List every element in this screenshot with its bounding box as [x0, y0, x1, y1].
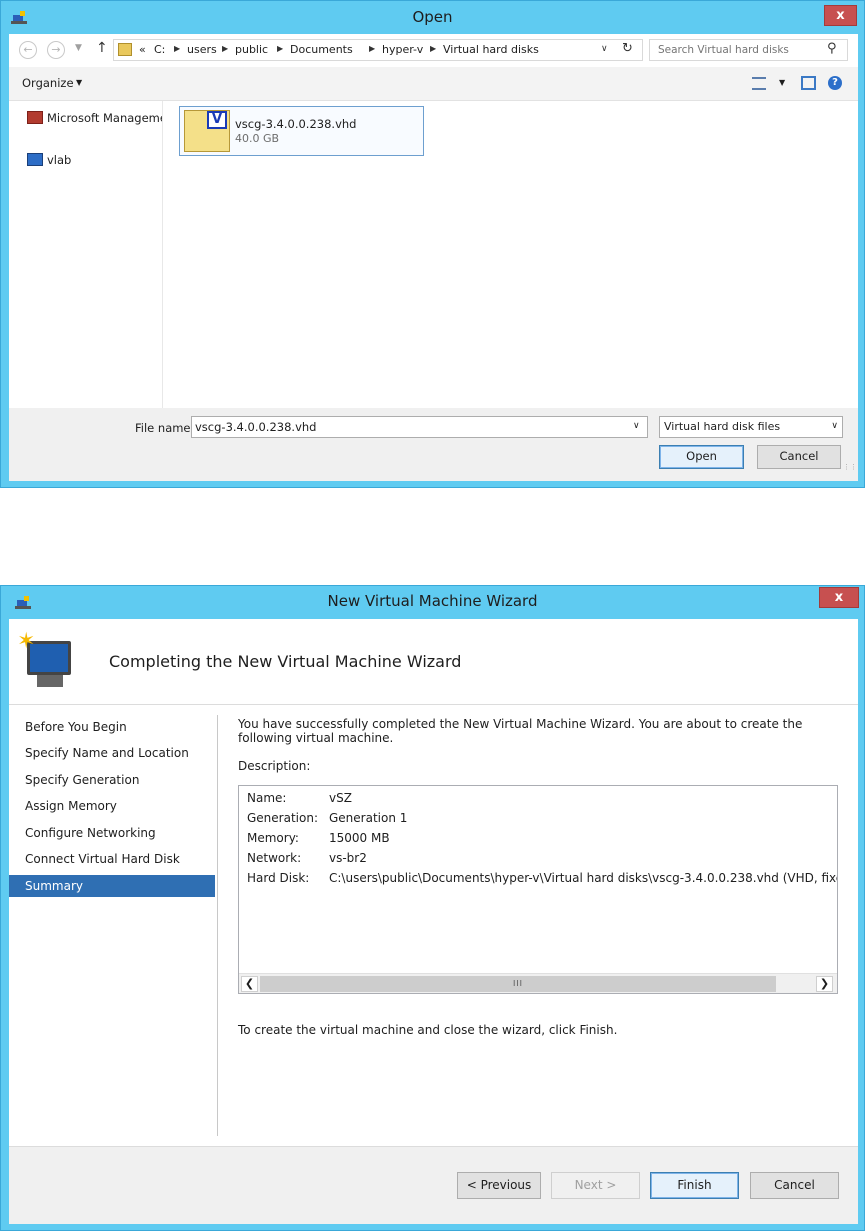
breadcrumb-public[interactable]: public [235, 43, 268, 56]
caret-down-icon[interactable]: ▼ [76, 78, 82, 87]
search-box: ⚲ [649, 39, 848, 61]
description-value: vs-br2 [329, 851, 367, 865]
folder-icon [118, 43, 132, 56]
computer-icon [27, 153, 43, 166]
description-key: Hard Disk: [247, 871, 310, 885]
nav-item-label: Microsoft Management Console [47, 111, 162, 125]
search-icon[interactable]: ⚲ [827, 41, 837, 56]
dialog-title: Open [412, 8, 453, 26]
chevron-down-icon: ∨ [831, 421, 838, 431]
up-arrow-icon[interactable]: ↑ [96, 40, 108, 56]
refresh-icon[interactable]: ↻ [622, 41, 633, 56]
finish-instructions: To create the virtual machine and close … [238, 1023, 618, 1037]
help-icon[interactable]: ? [828, 76, 842, 90]
step-before-you-begin[interactable]: Before You Begin [9, 716, 215, 738]
new-vm-wizard: New Virtual Machine Wizard x ✶ Completin… [0, 585, 865, 1231]
address-row: ← → ▼ ↑ « C: ▶ users ▶ public ▶ Document… [9, 34, 858, 67]
wizard-content: You have successfully completed the New … [218, 705, 858, 1146]
file-name-bar: File name: ∨ Virtual hard disk files ∨ O… [9, 408, 858, 481]
caret-down-icon[interactable]: ▼ [779, 78, 785, 87]
dialog-body: ← → ▼ ↑ « C: ▶ users ▶ public ▶ Document… [9, 34, 858, 481]
description-box[interactable]: Name: vSZ Generation: Generation 1 Memor… [238, 785, 838, 994]
scroll-right-icon[interactable]: ❯ [816, 976, 833, 992]
next-button[interactable]: Next > [551, 1172, 640, 1199]
toolbar: Organize ▼ ▼ ? [9, 67, 858, 101]
organize-menu[interactable]: Organize [22, 76, 74, 90]
chevron-right-icon[interactable]: ▶ [174, 44, 180, 53]
change-view-icon[interactable] [752, 77, 766, 90]
open-button[interactable]: Open [659, 445, 744, 469]
step-specify-generation[interactable]: Specify Generation [9, 769, 215, 791]
wizard-steps: Before You Begin Specify Name and Locati… [9, 705, 218, 1146]
description-key: Memory: [247, 831, 299, 845]
chevron-right-icon[interactable]: ▶ [369, 44, 375, 53]
file-name-input[interactable] [191, 416, 648, 438]
breadcrumb-users[interactable]: users [187, 43, 217, 56]
vhd-file-icon: V [184, 110, 230, 152]
search-input[interactable] [650, 40, 825, 60]
cancel-button[interactable]: Cancel [757, 445, 841, 469]
cancel-button[interactable]: Cancel [750, 1172, 839, 1199]
file-name-label: File name: [135, 421, 195, 435]
address-bar[interactable]: « C: ▶ users ▶ public ▶ Documents ▶ hype… [113, 39, 643, 61]
horizontal-scrollbar[interactable]: ❮ III ❯ [239, 973, 837, 993]
file-type-select[interactable]: Virtual hard disk files ∨ [659, 416, 843, 438]
wizard-body: ✶ Completing the New Virtual Machine Wiz… [9, 619, 858, 1224]
nav-item-label: vlab [47, 153, 72, 167]
navigation-pane: Microsoft Management Console vlab [9, 101, 163, 408]
chevron-down-icon[interactable]: ∨ [601, 44, 608, 54]
description-key: Name: [247, 791, 287, 805]
description-value: vSZ [329, 791, 352, 805]
step-assign-memory[interactable]: Assign Memory [9, 795, 215, 817]
back-arrow-icon[interactable]: ← [19, 41, 37, 59]
file-type-value: Virtual hard disk files [664, 420, 781, 433]
wizard-footer: < Previous Next > Finish Cancel [9, 1146, 858, 1224]
file-size: 40.0 GB [235, 132, 280, 145]
step-specify-name-and-location[interactable]: Specify Name and Location [9, 742, 215, 764]
close-button[interactable]: x [824, 5, 857, 26]
chevron-right-icon[interactable]: ▶ [222, 44, 228, 53]
breadcrumb-virtual-hard-disks[interactable]: Virtual hard disks [443, 43, 539, 56]
nav-item-vlab[interactable]: vlab [27, 153, 71, 167]
chevron-right-icon[interactable]: ▶ [430, 44, 436, 53]
mmc-icon [27, 111, 43, 124]
description-value: C:\users\public\Documents\hyper-v\Virtua… [329, 871, 838, 885]
intro-text: You have successfully completed the New … [238, 717, 803, 745]
description-label: Description: [238, 759, 311, 773]
recent-locations-icon[interactable]: ▼ [75, 43, 82, 53]
nav-item-mmc[interactable]: Microsoft Management Console [27, 111, 162, 125]
chevron-down-icon[interactable]: ∨ [633, 421, 640, 431]
breadcrumb-documents[interactable]: Documents [290, 43, 353, 56]
description-value: Generation 1 [329, 811, 408, 825]
chevron-right-icon[interactable]: ▶ [277, 44, 283, 53]
description-key: Network: [247, 851, 302, 865]
breadcrumb-overflow[interactable]: « [139, 43, 146, 56]
description-value: 15000 MB [329, 831, 390, 845]
file-item[interactable]: V vscg-3.4.0.0.238.vhd 40.0 GB [179, 106, 424, 156]
wizard-header: ✶ Completing the New Virtual Machine Wiz… [9, 619, 858, 705]
resize-grip-icon[interactable]: ⋮⋮ [843, 463, 857, 471]
scroll-thumb[interactable]: III [260, 976, 776, 992]
file-name: vscg-3.4.0.0.238.vhd [235, 117, 357, 131]
file-list: V vscg-3.4.0.0.238.vhd 40.0 GB [163, 101, 858, 408]
page-heading: Completing the New Virtual Machine Wizar… [109, 652, 462, 671]
open-dialog: Open x ← → ▼ ↑ « C: ▶ users ▶ public ▶ D… [0, 0, 865, 488]
wizard-title: New Virtual Machine Wizard [327, 592, 538, 610]
step-summary[interactable]: Summary [9, 875, 215, 897]
previous-button[interactable]: < Previous [457, 1172, 541, 1199]
breadcrumb-c[interactable]: C: [154, 43, 165, 56]
step-configure-networking[interactable]: Configure Networking [9, 822, 215, 844]
finish-button[interactable]: Finish [650, 1172, 739, 1199]
vhd-badge: V [207, 111, 227, 129]
step-connect-virtual-hard-disk[interactable]: Connect Virtual Hard Disk [9, 848, 215, 870]
description-key: Generation: [247, 811, 318, 825]
scroll-left-icon[interactable]: ❮ [241, 976, 258, 992]
preview-pane-icon[interactable] [801, 76, 816, 90]
close-button[interactable]: x [819, 587, 859, 608]
forward-arrow-icon[interactable]: → [47, 41, 65, 59]
breadcrumb-hyper-v[interactable]: hyper-v [382, 43, 423, 56]
computer-sparkle-icon: ✶ [17, 631, 93, 695]
